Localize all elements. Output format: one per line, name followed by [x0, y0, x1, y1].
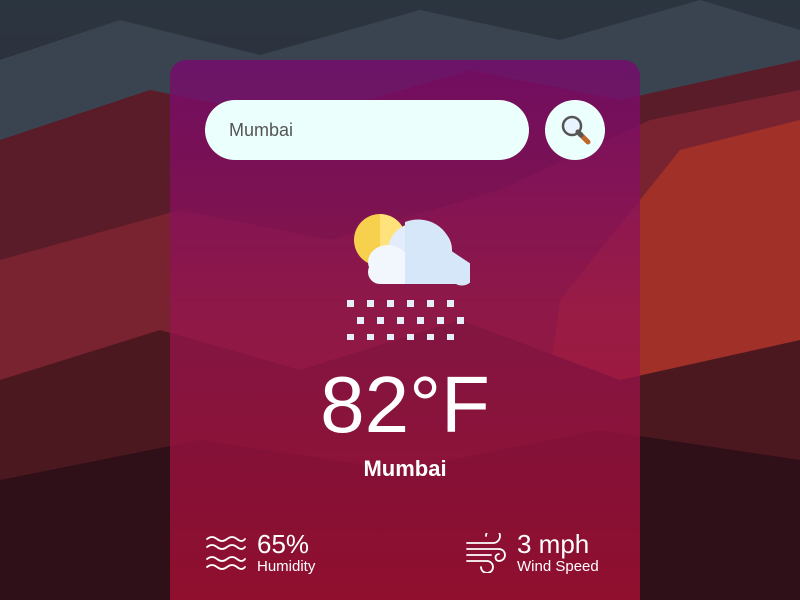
humidity-value: 65% — [257, 529, 310, 559]
search-button[interactable] — [545, 100, 605, 160]
humidity-detail: 65% Humidity — [205, 530, 315, 576]
wind-label: Wind Speed — [517, 558, 599, 575]
search-input[interactable] — [205, 100, 529, 160]
waves-icon — [206, 536, 246, 570]
wind-detail: 3 mph Wind Speed — [465, 530, 599, 576]
cloud-sun-snow-icon — [347, 214, 470, 340]
temperature: 82°F — [320, 360, 490, 449]
weather-card: 82°F Mumbai 65% Humidity 3 mph — [170, 60, 640, 600]
wind-value: 3 mph — [517, 529, 590, 559]
city-name: Mumbai — [363, 456, 447, 481]
humidity-label: Humidity — [257, 558, 316, 575]
magnifier-icon — [561, 115, 591, 145]
wind-icon — [466, 533, 506, 573]
